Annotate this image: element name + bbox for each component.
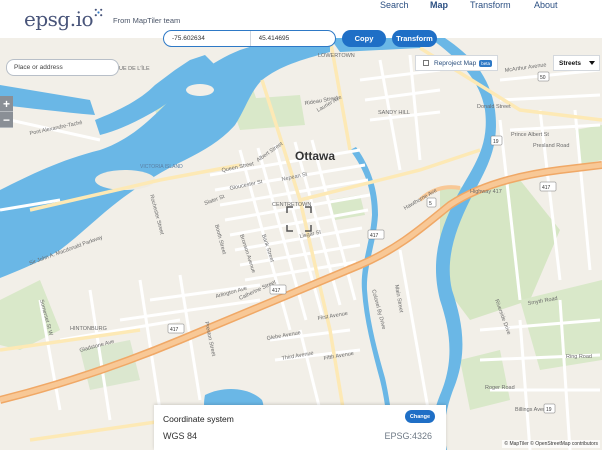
shield-417: 417 — [167, 323, 185, 334]
brand[interactable]: epsg.io From MapTiler team — [24, 7, 180, 31]
map-style-value: Streets — [559, 59, 582, 67]
change-crs-button[interactable]: Change — [405, 410, 435, 423]
shield-417: 417 — [269, 284, 287, 295]
map-label-roger: Roger Road — [485, 385, 515, 391]
svg-text:417: 417 — [370, 233, 379, 239]
copy-button[interactable]: Copy — [342, 30, 386, 47]
map-label-hintonburg: HINTONBURG — [70, 326, 107, 332]
coordinate-system-panel: Coordinate system Change WGS 84 EPSG:432… — [154, 405, 446, 450]
map-label-presland: Presland Road — [533, 143, 569, 149]
map-canvas[interactable]: Ottawa CENTRETOWN SANDY HILL LOWERTOWN V… — [0, 38, 602, 450]
reproject-label: Reproject Map — [434, 59, 477, 67]
logo-mark-icon — [94, 8, 103, 17]
shield-417: 417 — [367, 229, 385, 240]
nav-about[interactable]: About — [534, 0, 558, 10]
zoom-out-button[interactable]: − — [0, 112, 13, 128]
map-label-ottawa: Ottawa — [295, 149, 335, 163]
map-label-highway: Highway 417 — [470, 189, 502, 195]
map-label-sandy-hill: SANDY HILL — [378, 110, 410, 116]
crs-name: WGS 84 — [163, 431, 198, 441]
shield-19: 19 — [490, 135, 503, 146]
svg-text:19: 19 — [546, 407, 552, 413]
map-label-victoria-island: VICTORIA ISLAND — [140, 164, 183, 170]
logo[interactable]: epsg.io — [24, 7, 94, 31]
zoom-control: + − — [0, 96, 13, 128]
coordinate-input-group — [163, 30, 336, 47]
map-label-lowertown: LOWERTOWN — [318, 53, 355, 59]
svg-text:50: 50 — [540, 75, 546, 81]
svg-text:5: 5 — [429, 201, 432, 207]
svg-text:19: 19 — [493, 139, 499, 145]
shield-50: 50 — [537, 71, 550, 82]
zoom-in-button[interactable]: + — [0, 96, 13, 112]
longitude-input[interactable] — [164, 31, 250, 46]
shield-19: 19 — [543, 403, 556, 414]
shield-417: 417 — [539, 181, 557, 192]
brand-subtitle: From MapTiler team — [113, 16, 181, 25]
map-label-rue-ile: RUE DE L'ÎLE — [115, 65, 150, 72]
crosshair-icon — [286, 206, 312, 232]
place-search-input[interactable] — [6, 59, 119, 76]
latitude-input[interactable] — [249, 31, 335, 46]
nav-map[interactable]: Map — [430, 0, 448, 10]
map-label-prince-albert: Prince Albert St — [511, 132, 549, 138]
svg-text:417: 417 — [272, 288, 281, 294]
map-style-select[interactable]: Streets — [553, 55, 600, 71]
map-tiles: Ottawa CENTRETOWN SANDY HILL LOWERTOWN V… — [0, 38, 602, 450]
nav-search[interactable]: Search — [380, 0, 409, 10]
transform-button[interactable]: Transform — [392, 30, 437, 47]
nav-transform[interactable]: Transform — [470, 0, 511, 10]
beta-badge: beta — [479, 59, 493, 67]
map-island — [186, 84, 214, 96]
shield-5: 5 — [426, 197, 437, 208]
map-label-donald: Donald Street — [477, 104, 511, 110]
map-attribution[interactable]: © MapTiler © OpenStreetMap contributors — [502, 440, 600, 448]
reproject-map-toggle[interactable]: Reproject Map beta — [415, 55, 498, 71]
svg-text:417: 417 — [170, 327, 179, 333]
crs-panel-title: Coordinate system — [163, 414, 234, 424]
svg-text:417: 417 — [542, 185, 551, 191]
reproject-checkbox[interactable] — [423, 60, 429, 66]
caret-down-icon — [589, 60, 595, 65]
crs-code[interactable]: EPSG:4326 — [384, 431, 432, 441]
map-label-ring-road: Ring Road — [566, 354, 592, 360]
